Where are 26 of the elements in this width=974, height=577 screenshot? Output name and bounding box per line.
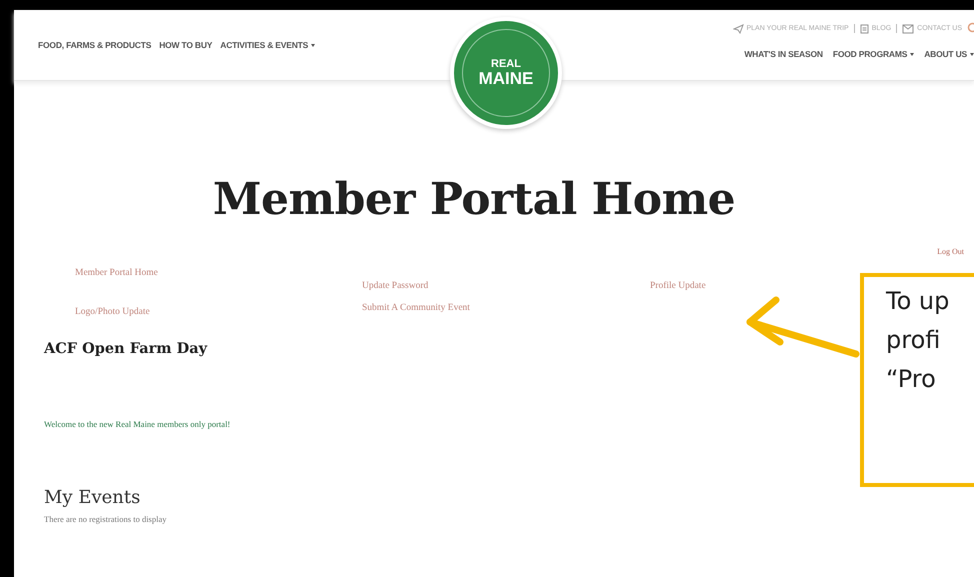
portal-link[interactable]: Profile Update [650,281,706,291]
callout-text: To up [886,287,950,316]
portal-link[interactable]: Update Password [362,281,428,291]
caret-icon [311,44,316,46]
nav-link[interactable]: ABOUT US [924,49,974,59]
portal-link[interactable]: Submit A Community Event [362,303,470,313]
section-heading: My Events [44,487,142,508]
document-icon [860,24,869,34]
caret-icon [910,52,914,56]
nav-link[interactable]: FOOD PROGRAMS [832,49,914,59]
welcome-message: Welcome to the new Real Maine members only portal! [44,419,232,429]
page-title: Member Portal Home [212,173,736,225]
envelope-icon [902,24,914,34]
caret-icon [970,52,974,56]
nav-link[interactable]: FOOD, FARMS & PRODUCTS [38,40,152,50]
callout-text: “Pro [886,364,937,394]
nav-link[interactable]: ACTIVITIES & EVENTS [220,40,316,50]
nav-link[interactable]: WHAT'S IN SEASON [744,49,823,59]
portal-link[interactable]: Member Portal Home [75,268,158,278]
paper-plane-icon [732,24,744,34]
nav-link[interactable]: HOW TO BUY [159,40,212,50]
callout-text: profi [886,326,942,355]
empty-message: There are no registrations to display [44,514,168,524]
logout-link[interactable]: Log Out [937,247,964,256]
farm-name: ACF Open Farm Day [44,340,208,357]
portal-link[interactable]: Logo/Photo Update [75,307,150,317]
